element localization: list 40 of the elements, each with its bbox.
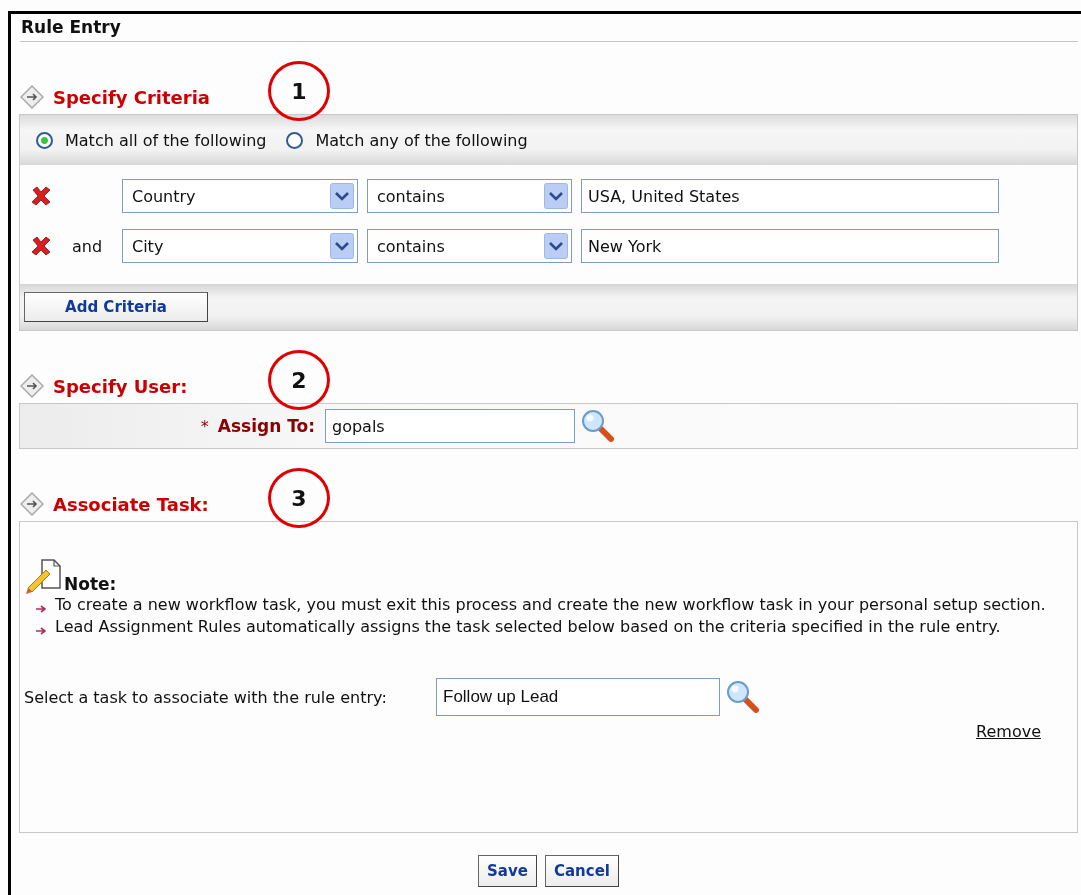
arrow-icon [20, 492, 44, 516]
arrow-icon [20, 374, 44, 398]
dropdown[interactable]: City [122, 229, 358, 263]
bullet-arrow-icon [36, 627, 46, 635]
note-text: To create a new workflow task, you must exit this process and create the new workflow task in your personal setup section. [55, 594, 1046, 616]
note-pencil-icon [24, 558, 64, 594]
required-mark: * [200, 416, 209, 436]
caret-icon [330, 183, 354, 209]
value-field[interactable]: USA, United States [581, 179, 999, 213]
radio-option[interactable]: Match any of the following [286, 130, 528, 150]
section-heading: Specify Criteria [53, 86, 210, 108]
caret-icon [544, 183, 568, 209]
remove-link[interactable]: Remove [976, 722, 1041, 741]
value-field[interactable]: New York [581, 229, 999, 263]
note-title: Note: [64, 574, 117, 594]
field-label: Assign To: [217, 416, 315, 436]
action-button[interactable]: Cancel [544, 855, 619, 887]
delete-icon[interactable] [30, 185, 52, 207]
delete-icon[interactable] [30, 235, 52, 257]
dropdown[interactable]: contains [367, 179, 572, 213]
action-button[interactable]: Save [478, 855, 537, 887]
caret-icon [330, 233, 354, 259]
search-icon[interactable] [726, 680, 760, 714]
section-heading: Specify User: [53, 375, 188, 397]
radio-option[interactable]: Match all of the following [36, 130, 267, 150]
task-field[interactable]: Follow up Lead [436, 678, 720, 716]
arrow-icon [20, 85, 44, 109]
conjunction-label: and [70, 236, 104, 256]
page-title: Rule Entry [20, 14, 1078, 42]
section-heading: Associate Task: [53, 493, 209, 515]
search-icon[interactable] [581, 409, 615, 443]
note-text: Lead Assignment Rules automatically assigns the task selected below based on the criteria specified in the rule entry. [55, 616, 1001, 638]
dropdown[interactable]: Country [122, 179, 358, 213]
field-label: Select a task to associate with the rule entry: [24, 686, 388, 708]
callout-number: 3 [268, 468, 330, 528]
dropdown[interactable]: contains [367, 229, 572, 263]
caret-icon [544, 233, 568, 259]
assign-to-field[interactable]: gopals [325, 409, 575, 443]
bullet-arrow-icon [36, 605, 46, 613]
add-criteria-button[interactable]: Add Criteria [24, 292, 208, 322]
